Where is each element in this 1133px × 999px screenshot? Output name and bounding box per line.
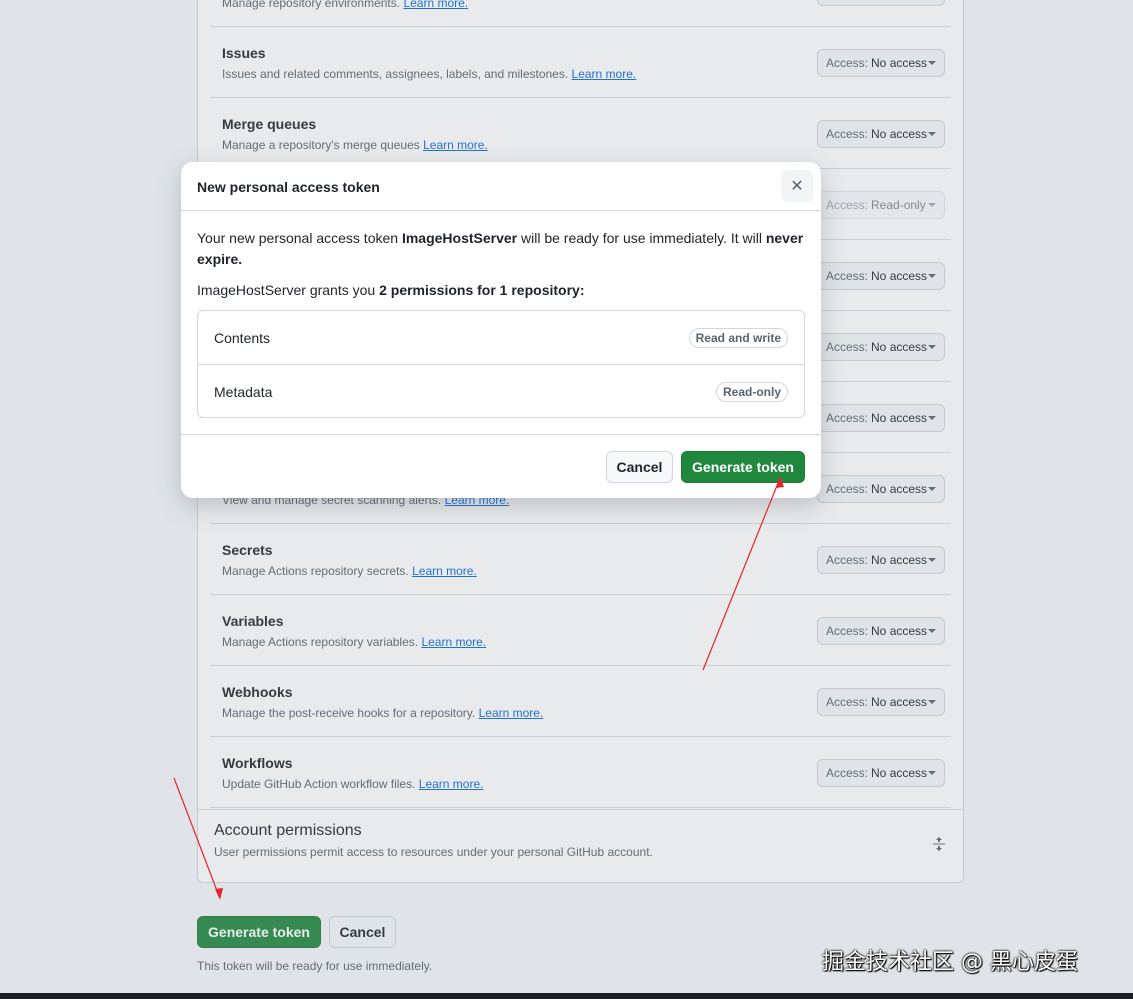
intro-text: Your new personal access token: [197, 230, 402, 246]
taskbar-strip: [0, 993, 1133, 999]
dialog-title: New personal access token: [197, 179, 380, 195]
watermark: 掘金技术社区 @ 黑心皮蛋: [822, 950, 1078, 975]
dialog-cancel-button[interactable]: Cancel: [606, 451, 673, 483]
modal-backdrop[interactable]: [0, 0, 1133, 999]
intro-text-2: will be ready for use immediately. It wi…: [517, 230, 766, 246]
dialog-intro: Your new personal access token ImageHost…: [197, 228, 805, 270]
granted-permissions-list: Contents Read and write Metadata Read-on…: [197, 310, 805, 418]
permission-name: Metadata: [214, 384, 273, 400]
dialog-footer: Cancel Generate token: [181, 434, 821, 499]
list-item: Metadata Read-only: [198, 364, 804, 418]
dialog-header: New personal access token ✕: [181, 162, 821, 211]
list-item: Contents Read and write: [198, 311, 804, 364]
close-icon[interactable]: ✕: [781, 170, 813, 202]
permission-name: Contents: [214, 330, 271, 346]
grants-text: ImageHostServer grants you: [197, 282, 380, 298]
dialog-generate-token-button[interactable]: Generate token: [681, 451, 805, 483]
token-name: ImageHostServer: [401, 230, 518, 246]
dialog-grants: ImageHostServer grants you 2 permissions…: [197, 280, 805, 301]
grants-count: 2 permissions for 1 repository:: [379, 282, 585, 298]
new-token-dialog: New personal access token ✕ Your new per…: [181, 162, 821, 498]
permission-badge: Read-only: [715, 382, 788, 402]
permission-badge: Read and write: [688, 328, 788, 348]
